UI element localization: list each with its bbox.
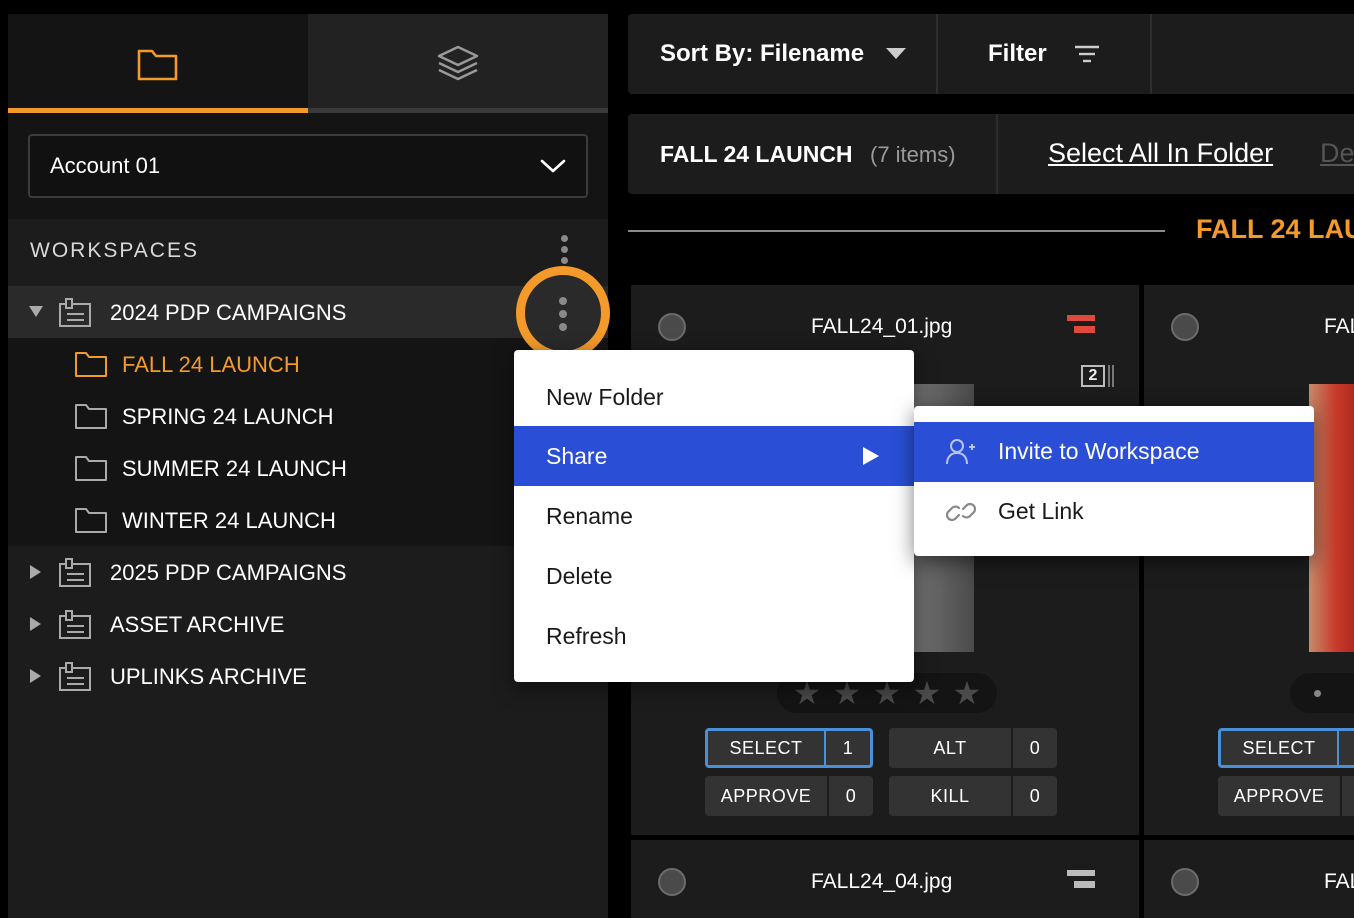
select-vote-button[interactable]: SELECT (1218, 728, 1354, 768)
menu-item-delete[interactable]: Delete (514, 546, 914, 606)
tree-item-label: SPRING 24 LAUNCH (122, 404, 334, 429)
section-title: FALL 24 LAUNCH (1196, 214, 1354, 244)
caret-down-icon[interactable] (28, 304, 44, 318)
vote-count: 0 (827, 776, 873, 816)
folder-icon (75, 456, 107, 481)
vote-label: APPROVE (720, 785, 812, 806)
filter-icon[interactable] (1074, 44, 1100, 66)
select-all-link[interactable]: Select All In Folder (1048, 138, 1273, 169)
account-dropdown[interactable]: Account 01 (28, 134, 588, 198)
select-radio[interactable] (1171, 313, 1199, 341)
menu-item-label: Share (546, 442, 608, 469)
flag-icon[interactable] (1067, 870, 1095, 890)
asset-card[interactable]: FALL24_04.jpg (631, 840, 1139, 918)
context-menu: New Folder Share Rename Delete Refresh (514, 350, 914, 682)
asset-card[interactable]: FAL SELECT APPROVE (1144, 285, 1354, 835)
workspace-icon (59, 558, 91, 587)
vote-count: 0 (1011, 728, 1057, 768)
select-vote-button[interactable]: SELECT 1 (705, 728, 873, 768)
caret-down-icon[interactable] (886, 48, 906, 60)
menu-item-refresh[interactable]: Refresh (514, 606, 914, 666)
add-user-icon (946, 439, 975, 465)
star-icon[interactable]: ★ (913, 674, 942, 712)
workspace-icon (59, 298, 91, 327)
more-vertical-icon (559, 297, 567, 335)
vote-label: SELECT (1242, 737, 1316, 758)
asset-filename: FALL24_01.jpg (811, 315, 953, 338)
tree-item-label: ASSET ARCHIVE (110, 612, 285, 637)
folder-title: FALL 24 LAUNCH (660, 141, 853, 167)
workspace-icon (59, 662, 91, 691)
folder-bar: FALL 24 LAUNCH (7 items) Select All In F… (628, 114, 1354, 194)
sidebar-tabs (8, 14, 608, 114)
vote-label: ALT (933, 737, 967, 758)
share-submenu: Invite to Workspace Get Link (914, 406, 1314, 556)
folder-icon (75, 508, 107, 533)
account-area: Account 01 (8, 113, 608, 219)
vote-label: APPROVE (1233, 785, 1325, 806)
asset-thumbnail[interactable] (1309, 384, 1354, 652)
menu-item-new-folder[interactable]: New Folder (514, 367, 914, 427)
approve-vote-button[interactable]: APPROVE (1218, 776, 1354, 816)
submenu-arrow-icon (863, 447, 879, 465)
submenu-item-invite-to-workspace[interactable]: Invite to Workspace (914, 422, 1314, 482)
tree-item-label: SUMMER 24 LAUNCH (122, 456, 347, 481)
workspace-more-button-highlight[interactable] (516, 266, 610, 360)
section-divider (628, 230, 1165, 232)
star-icon[interactable]: ★ (953, 674, 982, 712)
flag-icon[interactable] (1067, 315, 1095, 335)
menu-item-share[interactable]: Share (514, 426, 914, 486)
approve-vote-button[interactable]: APPROVE 0 (705, 776, 873, 816)
tree-item-label: FALL 24 LAUNCH (122, 352, 300, 377)
sort-dropdown[interactable]: Sort By: Filename (660, 40, 864, 68)
select-radio[interactable] (658, 313, 686, 341)
tree-item-label: WINTER 24 LAUNCH (122, 508, 336, 533)
submenu-item-get-link[interactable]: Get Link (914, 482, 1314, 542)
toolbar: Sort By: Filename Filter (628, 14, 1354, 94)
alt-vote-button[interactable]: ALT 0 (889, 728, 1057, 768)
version-count-badge[interactable]: 2 (1081, 365, 1105, 387)
tab-layers[interactable] (308, 14, 608, 114)
tree-item-label: 2025 PDP CAMPAIGNS (110, 560, 347, 585)
link-icon (946, 502, 976, 522)
submenu-item-label: Get Link (998, 498, 1084, 524)
vote-count: 1 (824, 731, 870, 765)
caret-right-icon[interactable] (28, 668, 42, 684)
select-radio[interactable] (1171, 868, 1199, 896)
submenu-item-label: Invite to Workspace (998, 438, 1200, 464)
kill-vote-button[interactable]: KILL 0 (889, 776, 1057, 816)
deselect-link[interactable]: De (1320, 138, 1354, 169)
workspaces-header: WORKSPACES (30, 239, 199, 262)
menu-item-rename[interactable]: Rename (514, 486, 914, 546)
select-radio[interactable] (658, 868, 686, 896)
vote-label: KILL (930, 785, 970, 806)
asset-card[interactable]: FAL (1144, 840, 1354, 918)
vote-label: SELECT (729, 737, 803, 758)
star-rating[interactable] (1290, 673, 1354, 713)
asset-filename: FAL (1324, 870, 1354, 893)
filter-button[interactable]: Filter (988, 40, 1047, 68)
account-selected-label: Account 01 (50, 153, 161, 178)
asset-filename: FALL24_04.jpg (811, 870, 953, 893)
tree-item-label: UPLINKS ARCHIVE (110, 664, 307, 689)
chevron-down-icon (540, 159, 566, 173)
layers-icon (437, 45, 479, 81)
caret-right-icon[interactable] (28, 616, 42, 632)
folder-icon (75, 404, 107, 429)
workspace-icon (59, 610, 91, 639)
asset-filename: FAL (1324, 315, 1354, 338)
folder-icon (137, 49, 178, 81)
caret-right-icon[interactable] (28, 564, 42, 580)
folder-item-count: (7 items) (870, 142, 956, 167)
folder-icon (75, 352, 107, 377)
vote-count: 0 (1011, 776, 1057, 816)
app-window: Account 01 WORKSPACES 2024 PDP CAMPAIGNS (0, 0, 1354, 918)
tab-folders[interactable] (8, 14, 308, 114)
tree-item-label: 2024 PDP CAMPAIGNS (110, 300, 347, 325)
